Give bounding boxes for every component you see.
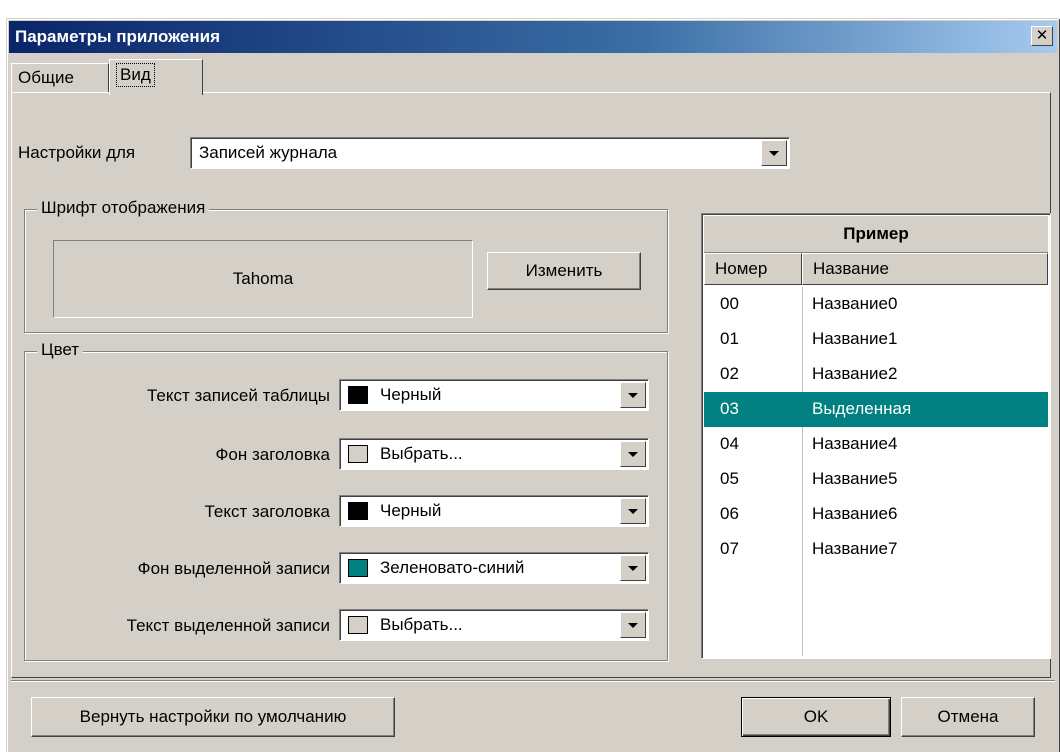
chevron-down-icon[interactable] (620, 498, 646, 524)
table-row[interactable]: 04 Название4 (704, 427, 1048, 462)
row-name: Название2 (812, 364, 898, 383)
color-label-selected-text: Текст выделенной записи (126, 616, 330, 635)
settings-dialog: Параметры приложения ✕ Общие Вид Настрой… (6, 18, 1059, 752)
font-preview: Tahoma (53, 240, 473, 318)
row-number: 02 (720, 364, 739, 383)
settings-for-combobox[interactable]: Записей журнала (190, 137, 790, 169)
row-number: 04 (720, 434, 739, 453)
change-font-button[interactable]: Изменить (487, 252, 641, 290)
table-row[interactable]: 01 Название1 (704, 322, 1048, 357)
table-row[interactable]: 02 Название2 (704, 357, 1048, 392)
row-number: 05 (720, 469, 739, 488)
tab-view-label: Вид (116, 63, 155, 87)
chevron-down-icon[interactable] (761, 140, 787, 166)
reset-defaults-button[interactable]: Вернуть настройки по умолчанию (31, 697, 395, 737)
color-swatch (348, 386, 368, 404)
font-groupbox: Шрифт отображения Tahoma Изменить (24, 198, 668, 333)
tab-general-label: Общие (18, 68, 74, 87)
color-value: Выбрать... (380, 615, 463, 634)
color-combo-header-bg[interactable]: Выбрать... (339, 438, 649, 470)
sample-preview-table: Пример Номер Название 00 Название0 01 На… (701, 213, 1051, 659)
table-row[interactable]: 06 Название6 (704, 497, 1048, 532)
tab-general[interactable]: Общие (11, 63, 109, 93)
cancel-label: Отмена (937, 707, 999, 726)
color-value: Зеленовато-синий (380, 558, 525, 577)
font-group-legend: Шрифт отображения (37, 198, 210, 218)
row-name: Название4 (812, 434, 898, 453)
row-number: 01 (720, 329, 739, 348)
color-swatch (348, 502, 368, 520)
row-name: Выделенная (812, 399, 912, 418)
tab-view[interactable]: Вид (109, 59, 203, 95)
settings-for-label: Настройки для (18, 143, 136, 162)
color-swatch (348, 616, 368, 634)
settings-for-value: Записей журнала (199, 143, 338, 162)
reset-defaults-label: Вернуть настройки по умолчанию (79, 707, 347, 726)
color-value: Выбрать... (380, 444, 463, 463)
column-header-number[interactable]: Номер (704, 253, 802, 285)
color-label-selected-bg: Фон выделенной записи (137, 559, 330, 578)
row-name: Название0 (812, 294, 898, 313)
dialog-title: Параметры приложения (15, 27, 221, 46)
row-name: Название5 (812, 469, 898, 488)
table-row[interactable]: 00 Название0 (704, 287, 1048, 322)
row-name: Название1 (812, 329, 898, 348)
close-icon: ✕ (1035, 27, 1049, 44)
ok-button[interactable]: OK (741, 697, 891, 737)
color-combo-selected-text[interactable]: Выбрать... (339, 609, 649, 641)
chevron-down-icon[interactable] (620, 612, 646, 638)
row-number: 03 (720, 399, 739, 418)
cancel-button[interactable]: Отмена (901, 697, 1035, 737)
row-number: 06 (720, 504, 739, 523)
table-row-selected[interactable]: 03 Выделенная (704, 392, 1048, 427)
ok-label: OK (803, 707, 829, 726)
footer-separator (11, 680, 1055, 682)
title-bar[interactable]: Параметры приложения ✕ (9, 21, 1057, 53)
color-swatch (348, 445, 368, 463)
color-combo-header-text[interactable]: Черный (339, 495, 649, 527)
color-label-table-text: Текст записей таблицы (146, 386, 330, 405)
sample-header: Номер Название (704, 253, 1048, 285)
color-combo-table-text[interactable]: Черный (339, 379, 649, 411)
chevron-down-icon[interactable] (620, 441, 646, 467)
color-value: Черный (380, 501, 442, 520)
close-button[interactable]: ✕ (1031, 26, 1053, 46)
row-number: 00 (720, 294, 739, 313)
table-row[interactable]: 07 Название7 (704, 532, 1048, 567)
change-font-label: Изменить (525, 261, 603, 280)
row-name: Название7 (812, 539, 898, 558)
color-value: Черный (380, 385, 442, 404)
table-row[interactable]: 05 Название5 (704, 462, 1048, 497)
color-swatch (348, 559, 368, 577)
color-label-header-bg: Фон заголовка (215, 445, 330, 464)
chevron-down-icon[interactable] (620, 382, 646, 408)
color-group-legend: Цвет (37, 340, 84, 360)
color-label-header-text: Текст заголовка (204, 502, 330, 521)
color-combo-selected-bg[interactable]: Зеленовато-синий (339, 552, 649, 584)
row-number: 07 (720, 539, 739, 558)
chevron-down-icon[interactable] (620, 555, 646, 581)
row-name: Название6 (812, 504, 898, 523)
font-name: Tahoma (232, 269, 294, 288)
sample-title: Пример (704, 216, 1048, 253)
column-header-name[interactable]: Название (802, 253, 1048, 285)
